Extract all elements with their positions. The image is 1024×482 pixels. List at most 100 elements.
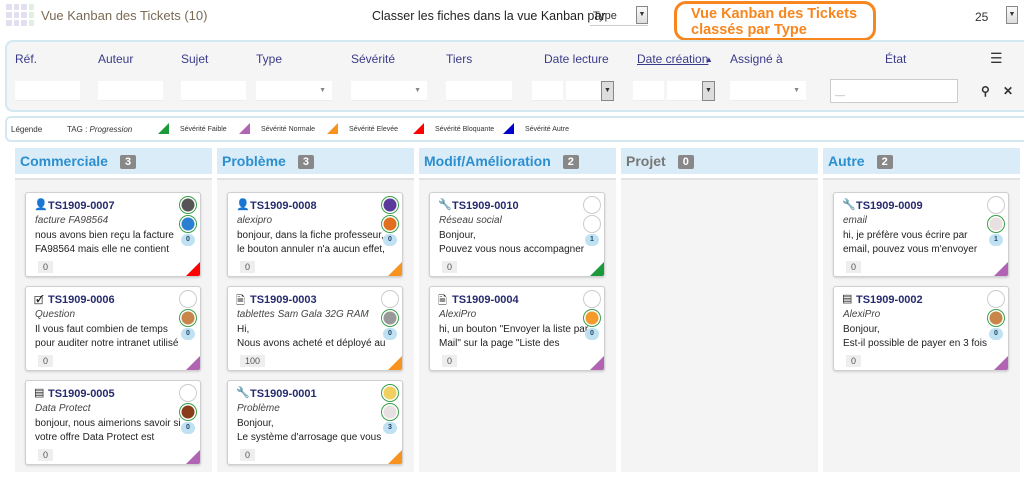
header-tiers[interactable]: Tiers	[446, 52, 472, 66]
page-size-select[interactable]: 25 ▼	[972, 6, 1018, 26]
ticket-subject: Question	[35, 309, 76, 320]
ticket-ref-link[interactable]: TS1909-0003	[250, 294, 317, 306]
assignee-avatar-icon[interactable]	[583, 215, 601, 233]
date-lecture-month-select[interactable]: ▼	[566, 81, 614, 101]
assignee-avatar-icon[interactable]	[381, 196, 399, 214]
comment-count-icon[interactable]: 3	[383, 422, 397, 434]
ticket-ref-link[interactable]: TS1909-0004	[452, 294, 519, 306]
chevron-down-icon: ▼	[601, 81, 614, 101]
chevron-down-icon: ▼	[702, 81, 715, 101]
column-header: Autre 2	[823, 148, 1020, 174]
progress-tag: 0	[240, 261, 256, 273]
header-type[interactable]: Type	[256, 52, 282, 66]
ref-filter-input[interactable]	[15, 81, 80, 101]
header-date-creation[interactable]: Date création	[637, 52, 708, 66]
ticket-card[interactable]: 🗎 TS1909-0003 tablettes Sam Gala 32G RAM Hi…	[227, 286, 403, 371]
comment-count-icon[interactable]: 0	[383, 234, 397, 246]
severity-corner-icon	[590, 262, 604, 276]
ticket-card[interactable]: ▤ TS1909-0005 Data Protect bonjour, nous ai…	[25, 380, 201, 465]
column-count-badge: 0	[677, 155, 694, 169]
comment-count-icon[interactable]: 1	[585, 234, 599, 246]
ticket-card[interactable]: 👤 TS1909-0008 alexipro bonjour, dans la fic…	[227, 192, 403, 277]
column-body: 👤 TS1909-0008 alexipro bonjour, dans la fic…	[217, 178, 414, 472]
comment-count-icon[interactable]: 0	[383, 328, 397, 340]
ticket-card[interactable]: 👤 TS1909-0007 facture FA98564 nous avons bi…	[25, 192, 201, 277]
ticket-card[interactable]: 🔧 TS1909-0010 Réseau social Bonjour, Pouvez…	[429, 192, 605, 277]
header-assigne[interactable]: Assigné à	[730, 52, 783, 66]
assignee-avatar-icon[interactable]	[987, 215, 1005, 233]
comment-count-icon[interactable]: 0	[585, 328, 599, 340]
ticket-ref-link[interactable]: TS1909-0009	[856, 200, 923, 212]
assignee-avatar-icon[interactable]	[987, 309, 1005, 327]
comment-count-icon[interactable]: 0	[181, 422, 195, 434]
annotation-line-1: Vue Kanban des Tickets	[691, 6, 858, 22]
header-auteur[interactable]: Auteur	[98, 52, 133, 66]
tiers-filter-input[interactable]	[446, 81, 512, 101]
assignee-avatar-icon[interactable]	[179, 403, 197, 421]
assignee-avatar-icon[interactable]	[987, 290, 1005, 308]
ticket-description: Il vous faut combien de temps pour audit…	[35, 324, 179, 349]
column-title: Autre	[828, 153, 865, 169]
ticket-card[interactable]: 🗹 TS1909-0006 Question Il vous faut combien…	[25, 286, 201, 371]
ticket-ref-link[interactable]: TS1909-0005	[48, 388, 115, 400]
etat-filter-input[interactable]: __	[830, 79, 958, 103]
legend-item-label: Sévérité Normale	[261, 126, 316, 133]
comment-count-icon[interactable]: 0	[181, 328, 195, 340]
assignee-avatar-icon[interactable]	[179, 196, 197, 214]
type-filter-select[interactable]: ▼	[256, 81, 332, 101]
sort-by-select[interactable]: Type ▼	[590, 6, 648, 26]
date-creation-month-select[interactable]: ▼	[667, 81, 715, 101]
column-body: 🔧 TS1909-0009 email hi, je préfère vous écr…	[823, 178, 1020, 472]
legend-swatch-icon	[413, 123, 424, 134]
ticket-description: Bonjour, Pouvez vous nous accompagner	[439, 230, 585, 255]
column-header: Projet 0	[621, 148, 818, 174]
header-ref[interactable]: Réf.	[15, 52, 37, 66]
ticket-ref-link[interactable]: TS1909-0002	[856, 294, 923, 306]
comment-count-icon[interactable]: 1	[989, 234, 1003, 246]
ticket-card[interactable]: 🔧 TS1909-0009 email hi, je préfère vous écr…	[833, 192, 1009, 277]
comment-count-icon[interactable]: 0	[181, 234, 195, 246]
ticket-ref-link[interactable]: TS1909-0001	[250, 388, 317, 400]
header-sujet[interactable]: Sujet	[181, 52, 208, 66]
date-lecture-day-input[interactable]	[532, 81, 563, 101]
assignee-avatar-icon[interactable]	[179, 309, 197, 327]
legend-tag: TAG : Progression	[67, 125, 132, 134]
ticket-card[interactable]: ▤ TS1909-0002 AlexiPro Bonjour, Est-il poss…	[833, 286, 1009, 371]
ticket-subject: AlexiPro	[439, 309, 477, 320]
comment-count-icon[interactable]: 0	[989, 328, 1003, 340]
ticket-ref-link[interactable]: TS1909-0008	[250, 200, 317, 212]
assigne-filter-select[interactable]: ▼	[730, 81, 806, 101]
search-icon[interactable]: ⚲	[981, 84, 990, 98]
ticket-subject: email	[843, 215, 867, 226]
close-icon[interactable]: ✕	[1003, 84, 1013, 98]
assignee-avatar-icon[interactable]	[381, 384, 399, 402]
header-severite[interactable]: Sévérité	[351, 52, 395, 66]
severite-filter-select[interactable]: ▼	[351, 81, 427, 101]
assignee-avatar-icon[interactable]	[583, 309, 601, 327]
ticket-card[interactable]: 🗎 TS1909-0004 AlexiPro hi, un bouton "Envoy…	[429, 286, 605, 371]
auteur-filter-input[interactable]	[98, 81, 163, 101]
assignee-avatar-icon[interactable]	[179, 290, 197, 308]
assignee-avatar-icon[interactable]	[381, 290, 399, 308]
assignee-avatar-icon[interactable]	[381, 215, 399, 233]
legend-item-label: Sévérité Bloquante	[435, 126, 495, 133]
ticket-ref-link[interactable]: TS1909-0007	[48, 200, 115, 212]
ticket-card[interactable]: 🔧 TS1909-0001 Problème Bonjour, Le système …	[227, 380, 403, 465]
assignee-avatar-icon[interactable]	[381, 403, 399, 421]
header-date-lecture[interactable]: Date lecture	[544, 52, 609, 66]
ticket-description: hi, je préfère vous écrire par email, po…	[843, 230, 978, 255]
date-creation-day-input[interactable]	[633, 81, 664, 101]
sujet-filter-input[interactable]	[181, 81, 246, 101]
list-menu-icon[interactable]: ☰	[990, 50, 1003, 67]
assignee-avatar-icon[interactable]	[987, 196, 1005, 214]
assignee-avatar-icon[interactable]	[179, 215, 197, 233]
assignee-avatar-icon[interactable]	[583, 290, 601, 308]
chevron-down-icon: ▼	[414, 87, 421, 94]
ticket-ref-link[interactable]: TS1909-0006	[48, 294, 115, 306]
legend-swatch-icon	[503, 123, 514, 134]
assignee-avatar-icon[interactable]	[179, 384, 197, 402]
ticket-subject: Problème	[237, 403, 280, 414]
assignee-avatar-icon[interactable]	[381, 309, 399, 327]
ticket-ref-link[interactable]: TS1909-0010	[452, 200, 519, 212]
assignee-avatar-icon[interactable]	[583, 196, 601, 214]
